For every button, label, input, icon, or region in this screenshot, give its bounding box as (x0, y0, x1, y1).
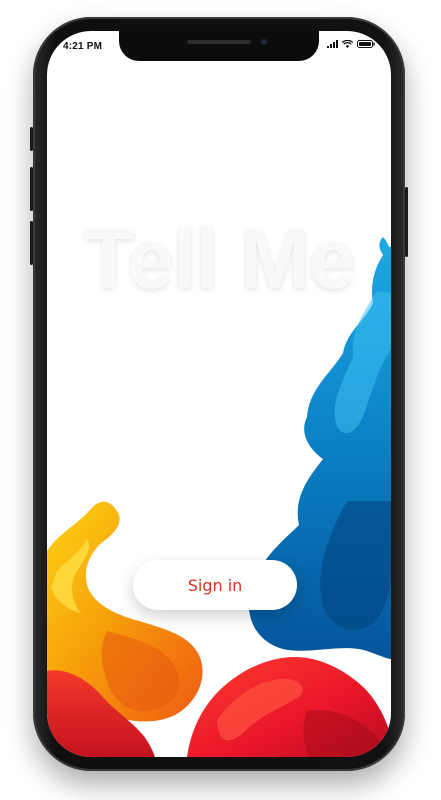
power-button (405, 187, 408, 257)
status-time: 4:21 PM (63, 41, 103, 52)
mute-switch (30, 127, 33, 151)
wifi-icon (342, 40, 353, 48)
notch (119, 31, 319, 61)
volume-up-button (30, 167, 33, 211)
app-title: Tell Me (83, 212, 356, 306)
volume-down-button (30, 221, 33, 265)
ink-splash-artwork (47, 237, 391, 757)
battery-icon (357, 40, 375, 48)
speaker-grille (187, 40, 251, 44)
signal-icon (327, 40, 338, 48)
phone-screen: 4:21 PM Tell Me Sign in (47, 31, 391, 757)
status-icons (327, 40, 375, 48)
phone-frame: 4:21 PM Tell Me Sign in (30, 17, 408, 771)
sign-in-button[interactable]: Sign in (133, 560, 297, 610)
front-camera (261, 39, 267, 45)
